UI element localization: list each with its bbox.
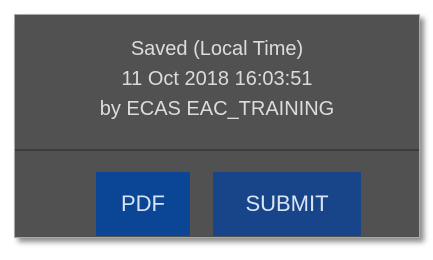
save-status-info: Saved (Local Time) 11 Oct 2018 16:03:51 … <box>15 15 419 151</box>
save-status-panel: Saved (Local Time) 11 Oct 2018 16:03:51 … <box>14 14 420 238</box>
saved-by-user: by ECAS EAC_TRAINING <box>99 98 335 120</box>
action-bar: PDF SUBMIT <box>15 151 419 239</box>
save-timestamp: 11 Oct 2018 16:03:51 <box>121 68 313 90</box>
submit-button[interactable]: SUBMIT <box>213 172 361 236</box>
pdf-button[interactable]: PDF <box>96 172 190 236</box>
save-status-label: Saved (Local Time) <box>130 38 304 60</box>
